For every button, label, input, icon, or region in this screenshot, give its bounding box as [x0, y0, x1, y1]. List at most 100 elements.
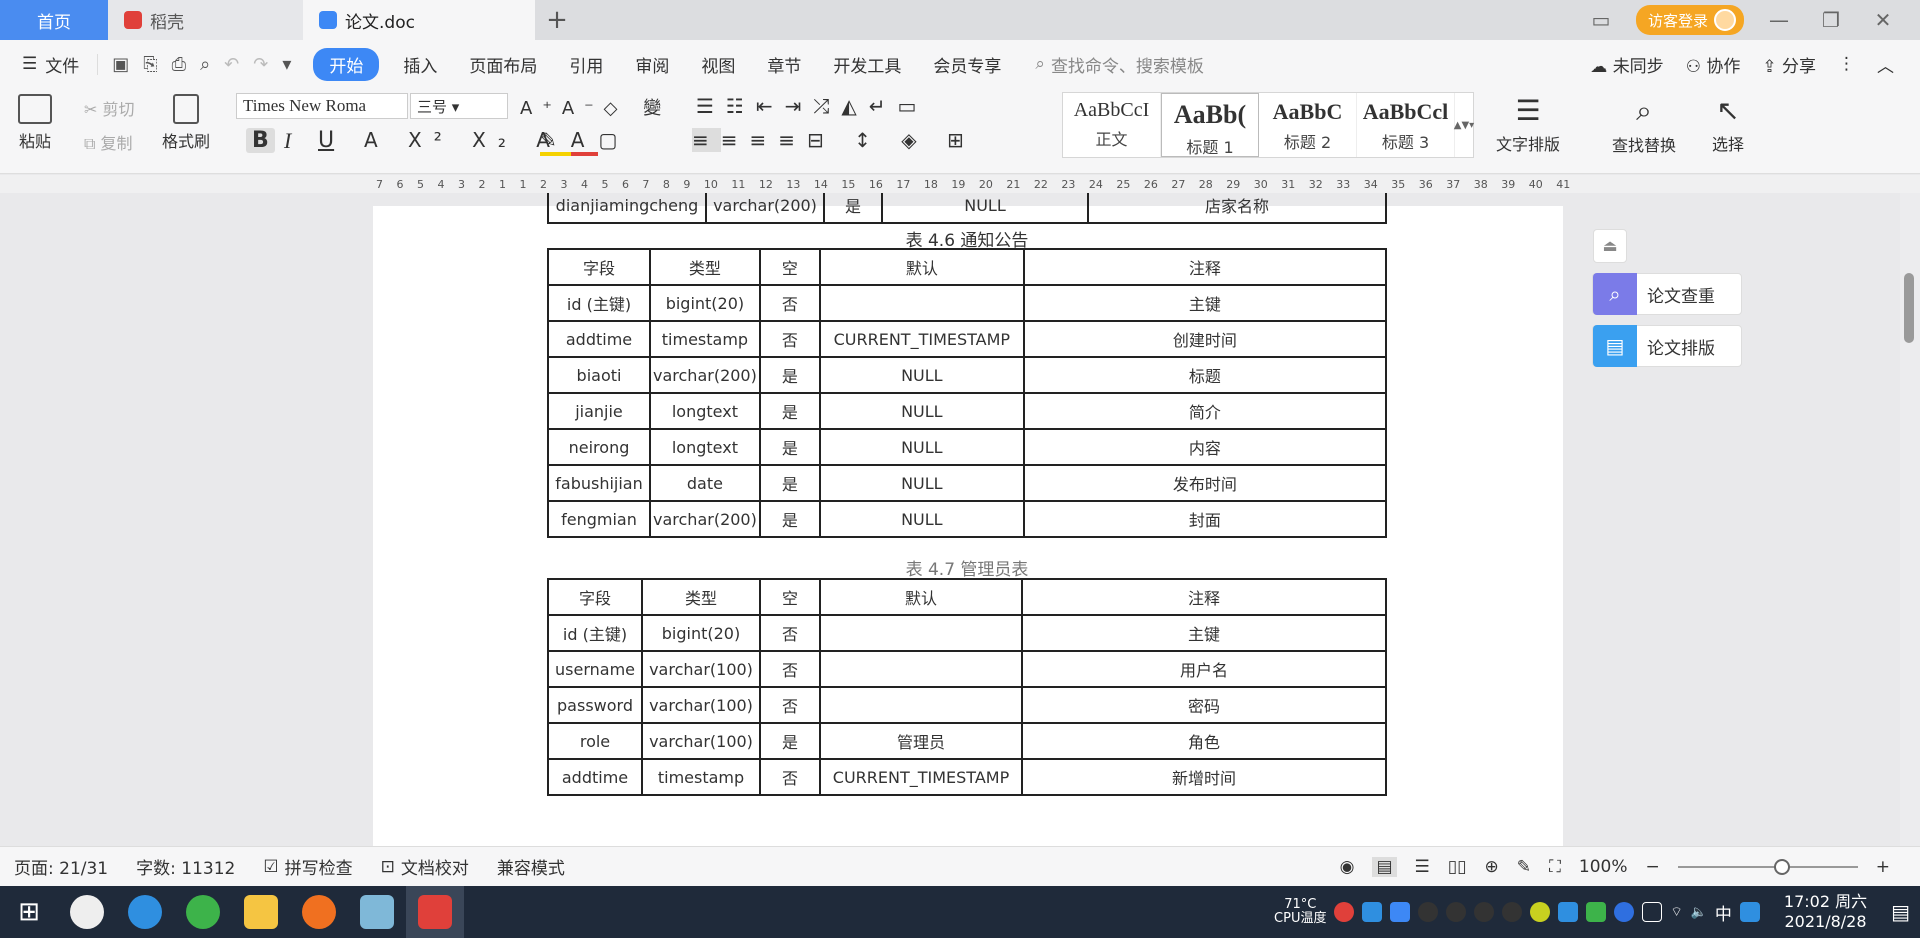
font-name-select[interactable]: Times New Roma	[236, 93, 408, 119]
page[interactable]: dianjiamingcheng varchar(200) 是 NULL 店家名…	[373, 193, 1563, 846]
eye-protect-icon[interactable]: ◉	[1340, 857, 1355, 877]
print-preview-icon[interactable]: ⌕	[200, 54, 210, 75]
tray-app-icon[interactable]	[1334, 902, 1355, 922]
taskbar-ie[interactable]	[116, 886, 174, 938]
login-button[interactable]: 访客登录	[1635, 5, 1744, 35]
color-tools[interactable]: ✎A▢	[540, 128, 631, 156]
redo-icon[interactable]: ↷	[253, 54, 268, 75]
cpu-temp[interactable]: 71°C CPU温度	[1274, 898, 1326, 926]
bluetooth-icon[interactable]	[1614, 902, 1635, 922]
menu-page-layout[interactable]: 页面布局	[453, 52, 553, 77]
clock[interactable]: 17:02 周六 2021/8/28	[1768, 892, 1883, 932]
zoom-in-button[interactable]: +	[1876, 857, 1890, 877]
select-button[interactable]: ↖ 选择	[1712, 94, 1744, 155]
volume-icon[interactable]: 🔈	[1691, 905, 1707, 920]
horizontal-ruler[interactable]: 7 6 5 4 3 2 1 1 2 3 4 5 6 7 8 9 10 11 12…	[0, 175, 1920, 193]
spell-check-button[interactable]: ☑ 拼写检查	[249, 854, 366, 880]
save-icon[interactable]: ▣	[112, 54, 129, 75]
wifi-icon[interactable]: ⌔	[1670, 904, 1682, 920]
web-view-icon[interactable]: ⊕	[1484, 857, 1498, 877]
share-button[interactable]: ⇪ 分享	[1762, 52, 1816, 77]
cut-button[interactable]: ✂ 剪切	[84, 96, 135, 120]
vertical-scrollbar[interactable]	[1900, 193, 1920, 846]
paper-format-button[interactable]: ▤ 论文排版	[1592, 325, 1742, 367]
collapse-ribbon-icon[interactable]: ︿	[1877, 52, 1894, 77]
taskbar-browser[interactable]	[174, 886, 232, 938]
customize-toolbar-icon[interactable]: ▾	[282, 54, 291, 75]
style-heading-2[interactable]: AaBbC 标题 2	[1259, 93, 1357, 157]
menu-review[interactable]: 审阅	[619, 52, 685, 77]
taskbar-explorer[interactable]	[232, 886, 290, 938]
page-indicator[interactable]: 页面: 21/31	[0, 854, 122, 879]
collab-button[interactable]: ⚇ 协作	[1686, 52, 1741, 77]
document-area[interactable]: dianjiamingcheng varchar(200) 是 NULL 店家名…	[0, 193, 1900, 846]
menu-chapter[interactable]: 章节	[751, 52, 817, 77]
tab-home[interactable]: 首页	[0, 0, 108, 40]
zoom-slider-knob[interactable]	[1773, 858, 1790, 875]
undo-icon[interactable]: ↶	[224, 54, 239, 75]
notification-icon[interactable]: ▤	[1891, 900, 1910, 924]
style-heading-3[interactable]: AaBbCcl 标题 3	[1357, 93, 1455, 157]
tab-daoke[interactable]: 稻壳	[108, 0, 303, 40]
scrollbar-thumb[interactable]	[1904, 273, 1914, 343]
style-heading-1[interactable]: AaBb( 标题 1	[1161, 93, 1259, 157]
menu-view[interactable]: 视图	[685, 52, 751, 77]
export-icon[interactable]: ⎘	[143, 54, 157, 75]
print-icon[interactable]: ⎙	[172, 54, 186, 75]
menu-insert[interactable]: 插入	[387, 52, 453, 77]
doc-proof-button[interactable]: ⊡ 文档校对	[367, 854, 483, 880]
tray-app-icon[interactable]	[1530, 902, 1551, 922]
zoom-slider[interactable]	[1677, 858, 1858, 875]
menu-member[interactable]: 会员专享	[917, 52, 1017, 77]
paste-button[interactable]: 粘贴	[18, 94, 52, 152]
fit-page-icon[interactable]: ⛶	[1549, 857, 1561, 877]
copy-button[interactable]: ⧉ 复制	[84, 130, 133, 154]
menu-start[interactable]: 开始	[313, 47, 380, 81]
search-tray-icon[interactable]	[1739, 902, 1760, 922]
tab-document[interactable]: 论文.doc	[303, 0, 535, 40]
underline-button[interactable]: U	[318, 128, 334, 153]
font-size-select[interactable]: 三号 ▾	[410, 93, 508, 119]
italic-button[interactable]: I	[284, 128, 291, 154]
zoom-level[interactable]: 100%	[1579, 857, 1628, 877]
more-icon[interactable]: ⋮	[1838, 54, 1855, 74]
sync-button[interactable]: ☁ 未同步	[1590, 52, 1663, 77]
text-layout-button[interactable]: ☰ 文字排版	[1496, 94, 1560, 155]
taskbar-app-6[interactable]	[348, 886, 406, 938]
tray-app-icon[interactable]	[1362, 902, 1383, 922]
restore-button[interactable]: ❐	[1814, 8, 1848, 32]
menu-developer[interactable]: 开发工具	[817, 52, 917, 77]
taskbar-app-5[interactable]	[290, 886, 348, 938]
shield-icon[interactable]	[1390, 902, 1411, 922]
paper-check-button[interactable]: ⌕ 论文查重	[1592, 273, 1742, 315]
close-button[interactable]: ✕	[1866, 8, 1900, 32]
qq-icon[interactable]	[1474, 902, 1495, 922]
taskbar-wps[interactable]	[406, 886, 464, 938]
font-size-tools[interactable]: A⁺A⁻◇ 變	[520, 94, 671, 120]
start-button[interactable]: ⊞	[0, 886, 58, 938]
list-tools[interactable]: ☰☷⇤⇥⤮◭↵▭	[696, 94, 928, 118]
command-search[interactable]: ⌕ 查找命令、搜索模板	[1035, 52, 1204, 77]
window-layout-icon[interactable]: ▭	[1584, 8, 1618, 32]
qq-icon[interactable]	[1502, 902, 1523, 922]
new-tab-button[interactable]: +	[535, 0, 579, 40]
reading-view-icon[interactable]: ▯▯	[1448, 857, 1467, 877]
word-count[interactable]: 字数: 11312	[122, 854, 249, 879]
qq-icon[interactable]	[1418, 902, 1439, 922]
write-view-icon[interactable]: ✎	[1517, 857, 1531, 877]
find-replace-button[interactable]: ⌕ 查找替换	[1612, 94, 1676, 156]
page-view-icon[interactable]: ▤	[1372, 856, 1397, 877]
minimize-button[interactable]: —	[1762, 8, 1796, 32]
nvidia-icon[interactable]	[1586, 902, 1607, 922]
font-effects-tools[interactable]: A X² X₂ A	[364, 128, 562, 152]
file-menu[interactable]: ☰ 文件	[0, 52, 97, 77]
align-tools[interactable]: ≡≡≡≡⊟ ↕ ◈ ⊞	[692, 128, 976, 152]
style-body[interactable]: AaBbCcI 正文	[1063, 93, 1161, 157]
qq-icon[interactable]	[1446, 902, 1467, 922]
format-painter-button[interactable]: 格式刷	[162, 94, 210, 152]
outline-view-icon[interactable]: ☰	[1415, 857, 1430, 877]
side-panel-collapse-button[interactable]: ⏏	[1593, 229, 1627, 263]
style-gallery-scroll[interactable]: ▲▼▾	[1454, 93, 1474, 157]
bold-button[interactable]: B	[246, 128, 275, 153]
taskbar-app-1[interactable]	[58, 886, 116, 938]
